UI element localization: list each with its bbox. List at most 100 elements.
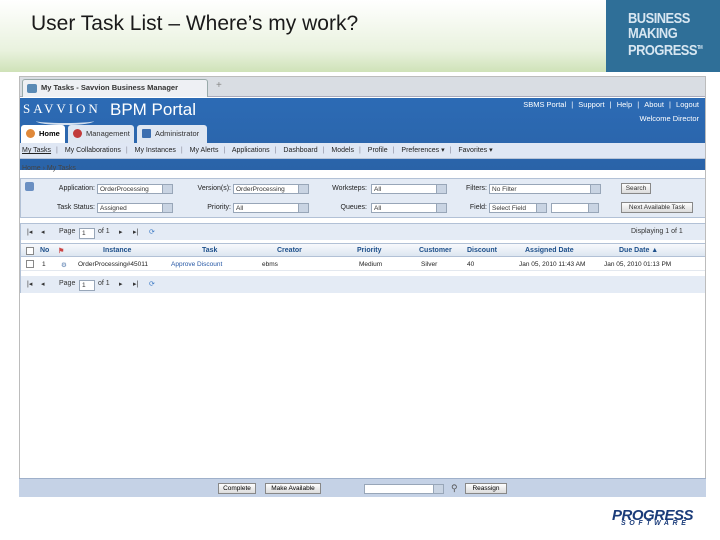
last-page-icon[interactable]: ▸| [133,280,138,288]
subnav-favorites[interactable]: Favorites ▾ [458,147,492,154]
search-button[interactable]: Search [621,183,651,194]
subnav-my-alerts[interactable]: My Alerts [190,147,219,154]
displaying-text: Displaying 1 of 1 [631,228,683,235]
cell-customer: Silver [421,261,438,268]
col-task[interactable]: Task [202,247,217,254]
col-instance[interactable]: Instance [103,247,131,254]
col-discount[interactable]: Discount [467,247,497,254]
versions-select[interactable]: OrderProcessing [233,184,309,194]
next-available-task-button[interactable]: Next Available Task [621,202,693,213]
tab-home[interactable]: Home [21,125,65,143]
make-available-button[interactable]: Make Available [265,483,321,494]
business-making-progress-logo: BUSINESS MAKING PROGRESSTM [606,0,720,72]
next-page-icon[interactable]: ▸ [119,228,123,236]
user-lookup-icon[interactable]: ⚲ [451,483,458,494]
col-customer[interactable]: Customer [419,247,452,254]
slide-title: User Task List – Where’s my work? [31,12,359,35]
filter-panel: Application: OrderProcessing Version(s):… [20,178,705,218]
field-label: Field: [469,204,487,211]
next-page-icon[interactable]: ▸ [119,280,123,288]
application-select[interactable]: OrderProcessing [97,184,173,194]
subnav: My Tasks | My Collaborations | My Instance… [20,143,705,159]
management-icon [73,129,82,138]
subnav-models[interactable]: Models [331,147,354,154]
top-pager: |◂ ◂ Page 1 of 1 ▸ ▸| ⟳ Displaying 1 of … [21,224,705,240]
worksteps-label: Worksteps: [332,185,367,192]
page-input[interactable]: 1 [79,280,95,291]
col-creator[interactable]: Creator [277,247,302,254]
tab-management[interactable]: Management [68,125,134,143]
subnav-applications[interactable]: Applications [232,147,270,154]
field-value-input[interactable] [551,203,599,213]
task-grid: |◂ ◂ Page 1 of 1 ▸ ▸| ⟳ Displaying 1 of … [20,223,705,293]
priority-select[interactable]: All [233,203,309,213]
about-link[interactable]: About [644,100,664,109]
workflow-icon: ⚙ [61,262,67,269]
tab-administrator[interactable]: Administrator [137,125,207,143]
cell-no: 1 [42,261,46,268]
link-separator: | [571,100,574,109]
col-assigned-date[interactable]: Assigned Date [525,247,574,254]
subnav-preferences[interactable]: Preferences ▾ [401,147,444,154]
reassign-user-input[interactable] [364,484,444,494]
top-links: SBMS Portal | Support | Help | About | L… [520,100,699,109]
first-page-icon[interactable]: |◂ [27,280,32,288]
refresh-icon[interactable]: ⟳ [149,280,155,288]
queues-select[interactable]: All [371,203,447,213]
subnav-my-collaborations[interactable]: My Collaborations [65,147,121,154]
cell-due-date: Jan 05, 2010 01:13 PM [604,261,672,268]
help-link[interactable]: Help [617,100,632,109]
page-label: Page [59,280,76,287]
prev-page-icon[interactable]: ◂ [41,228,45,236]
tab-home-label: Home [39,129,60,138]
first-page-icon[interactable]: |◂ [27,228,32,236]
logo-swoosh-icon [36,117,94,125]
row-checkbox[interactable] [26,260,34,268]
refresh-icon[interactable]: ⟳ [149,228,155,236]
task-status-select[interactable]: Assigned [97,203,173,213]
cell-discount: 40 [467,261,475,268]
subnav-dashboard[interactable]: Dashboard [283,147,317,154]
filter-icon[interactable] [25,182,34,191]
portal-tabs: Home Management Administrator [20,125,705,143]
monitor-icon [142,129,151,138]
page-icon [27,84,37,93]
col-priority[interactable]: Priority [357,247,382,254]
subnav-profile[interactable]: Profile [368,147,388,154]
cell-instance[interactable]: OrderProcessing#45011 [78,261,148,268]
link-separator: | [669,100,671,109]
application-label: Application: [58,185,95,192]
sbms-portal-link[interactable]: SBMS Portal [523,100,566,109]
home-icon [26,129,35,138]
support-link[interactable]: Support [578,100,604,109]
worksteps-select[interactable]: All [371,184,447,194]
logout-link[interactable]: Logout [676,100,699,109]
filters-select[interactable]: No Filter [489,184,601,194]
brand-tm: TM [697,45,703,51]
page-label: Page [59,228,76,235]
subnav-my-tasks[interactable]: My Tasks [22,147,51,154]
new-tab-button[interactable]: + [216,80,222,91]
reassign-button[interactable]: Reassign [465,483,507,494]
table-header: No ⚑ Instance Task Creator Priority Cust… [21,243,705,257]
link-separator: | [609,100,612,109]
brand-line-3-text: PROGRESS [628,42,698,59]
prev-page-icon[interactable]: ◂ [41,280,45,288]
col-no[interactable]: No [40,247,49,254]
browser-tab[interactable]: My Tasks - Savvion Business Manager [22,79,208,97]
filters-label: Filters: [466,185,487,192]
page-input[interactable]: 1 [79,228,95,239]
complete-button[interactable]: Complete [218,483,256,494]
cell-priority: Medium [359,261,383,268]
action-footer: Complete Make Available ⚲ Reassign [19,478,706,497]
select-all-checkbox[interactable] [26,247,34,255]
table-row[interactable]: 1 ⚙ OrderProcessing#45011 Approve Discou… [21,258,705,271]
portal-title: BPM Portal [110,100,196,119]
subnav-my-instances[interactable]: My Instances [135,147,176,154]
portal-header: SAVVION BPM Portal SBMS Portal | Support… [20,98,705,170]
cell-task[interactable]: Approve Discount [171,261,222,268]
last-page-icon[interactable]: ▸| [133,228,138,236]
link-separator: | [637,100,640,109]
col-due-date[interactable]: Due Date ▲ [619,247,658,254]
field-select[interactable]: Select Field [489,203,547,213]
